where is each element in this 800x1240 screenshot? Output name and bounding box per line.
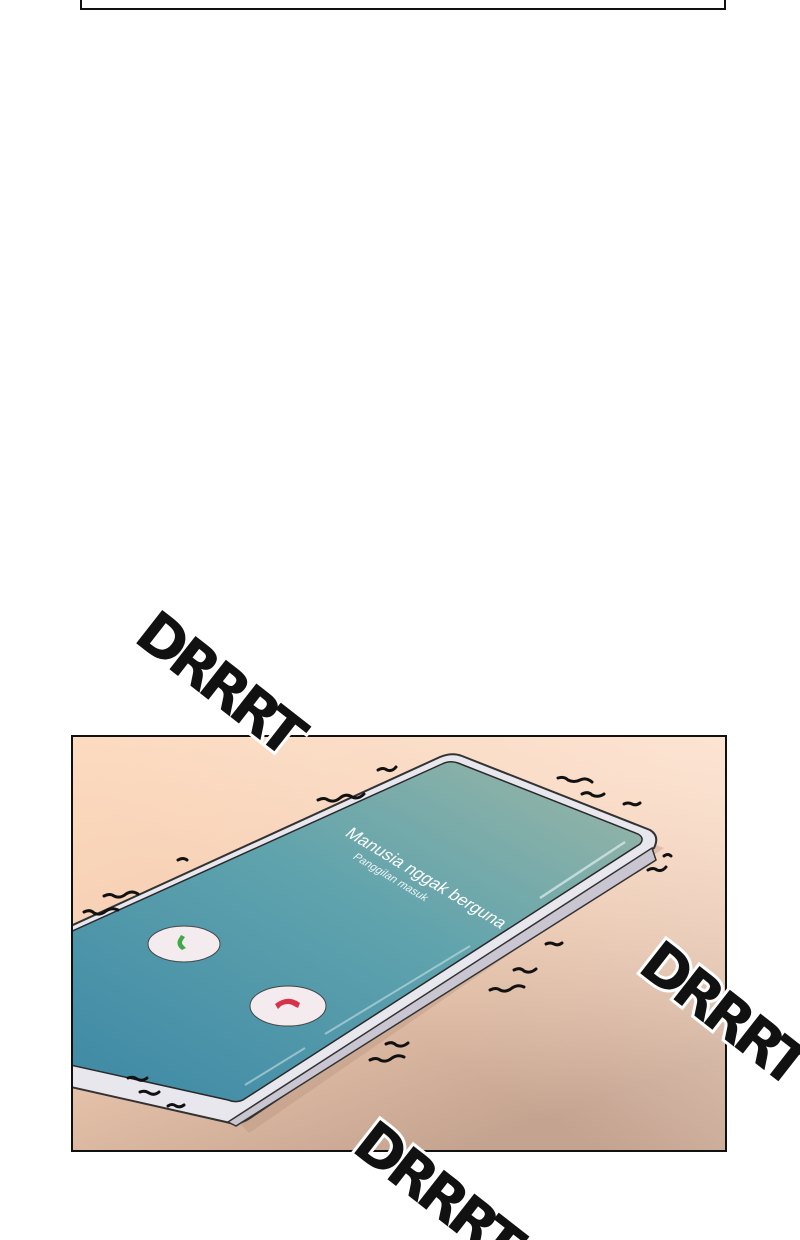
accept-call-button[interactable] <box>147 925 221 963</box>
phone-panel: Manusia nggak berguna Panggilan masuk <box>71 735 727 1152</box>
decline-call-button[interactable] <box>249 985 327 1027</box>
comic-scene: Manusia nggak berguna Panggilan masuk DR… <box>71 594 800 1240</box>
